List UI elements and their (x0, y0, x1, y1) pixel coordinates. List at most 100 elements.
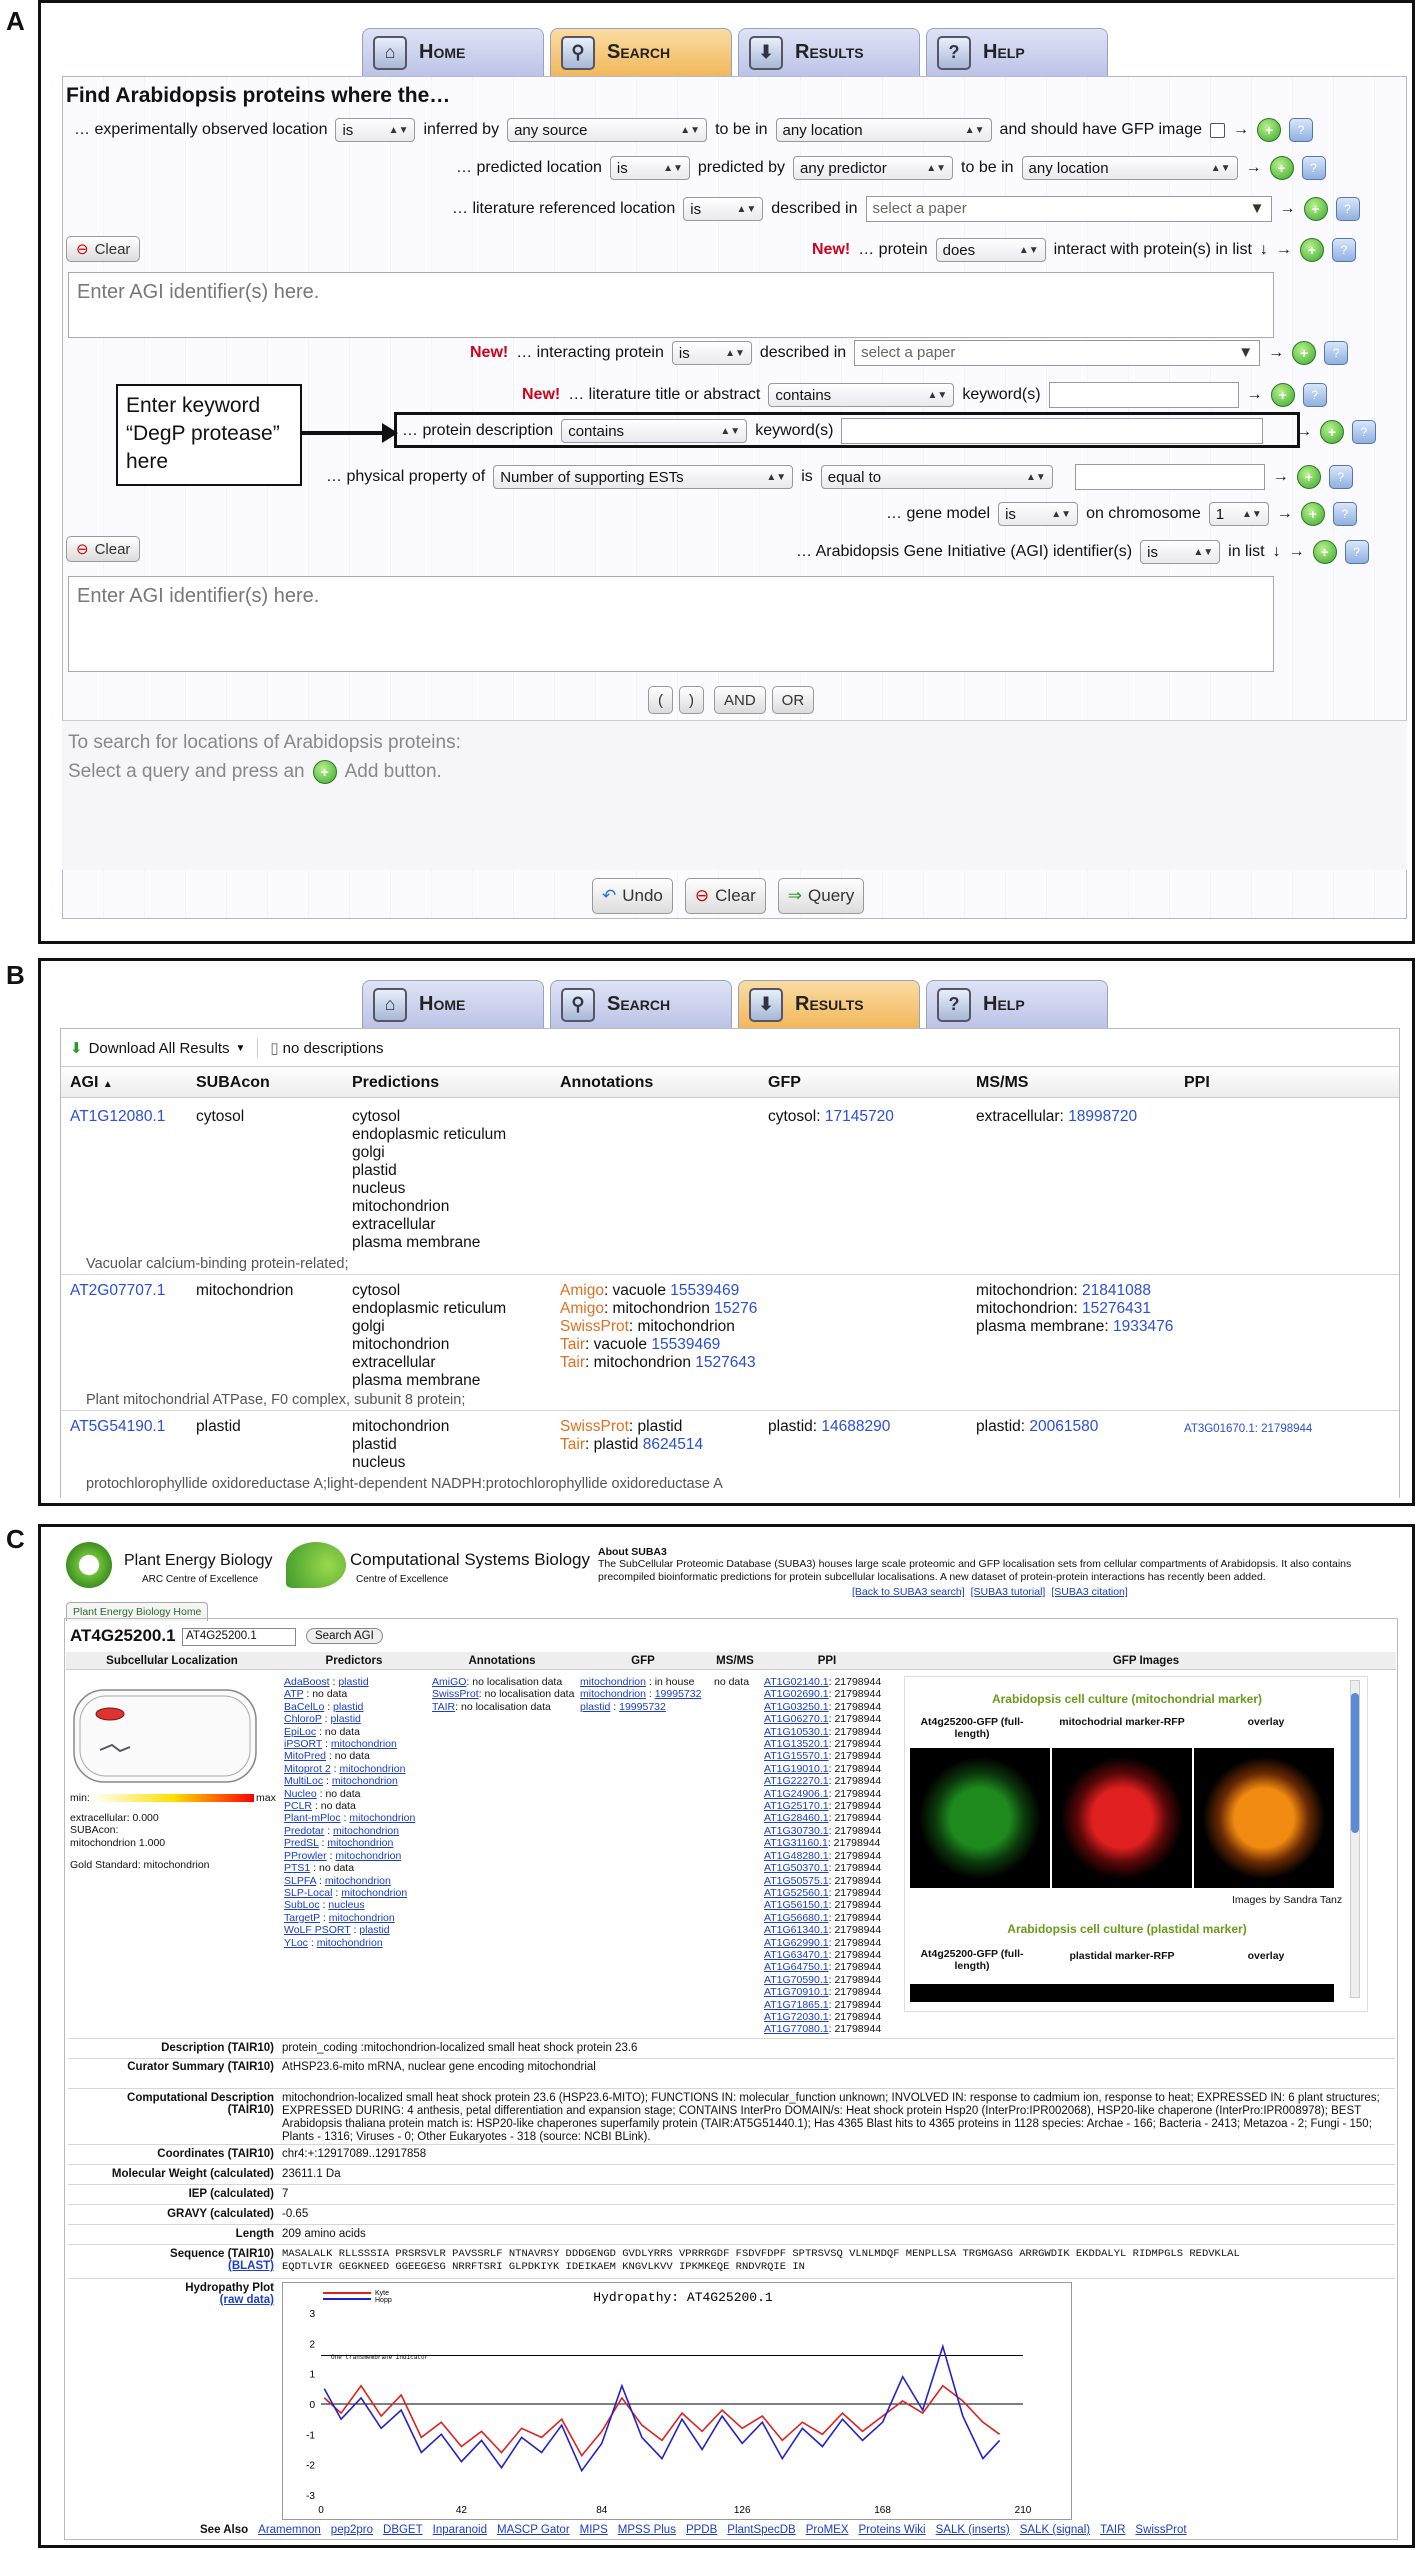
tutorial-link[interactable]: [SUBA3 tutorial] (971, 1586, 1046, 1598)
ppi-link[interactable]: AT1G77080.1 (764, 2023, 829, 2034)
agi-list-textarea-1[interactable]: Enter AGI identifier(s) here. (68, 272, 1274, 338)
col-header-agi[interactable]: AGI ▲ (70, 1074, 113, 1092)
predictor-link[interactable]: PCLR (284, 1800, 312, 1812)
predictor-link[interactable]: WoLF PSORT (284, 1924, 351, 1936)
predictor-link[interactable]: PProwler (284, 1850, 327, 1862)
help-button-1[interactable]: ? (1289, 118, 1314, 142)
ppi-link[interactable]: AT1G61340.1 (764, 1924, 829, 1936)
ppi-link[interactable]: AT1G56150.1 (764, 1899, 829, 1911)
clear-button-2[interactable]: ⊖ Clear (66, 536, 141, 562)
see-also-link[interactable]: Aramemnon (258, 2524, 321, 2536)
agi-search-input[interactable]: AT4G25200.1 (182, 1628, 296, 1646)
close-paren-button[interactable]: ) (679, 686, 704, 714)
predictor-link[interactable]: SLP-Local (284, 1887, 332, 1899)
agi-op-select[interactable]: is ▲▼ (1140, 540, 1221, 564)
add-button-3[interactable]: + (1303, 197, 1328, 221)
ppi-link[interactable]: AT1G63470.1 (764, 1949, 829, 1961)
add-button-6[interactable]: + (1270, 383, 1295, 407)
gfp-scrollbar[interactable] (1350, 1680, 1360, 1998)
predictor-link[interactable]: BaCelLo (284, 1701, 324, 1713)
predictor-link[interactable]: iPSORT (284, 1738, 322, 1750)
predictor-link[interactable]: SubLoc (284, 1899, 320, 1911)
lit-title-op-select[interactable]: contains ▲▼ (768, 383, 955, 407)
predictor-link[interactable]: ATP (284, 1688, 303, 1700)
predictor-link[interactable]: YLoc (284, 1937, 308, 1949)
col-header-annotations[interactable]: Annotations (560, 1074, 653, 1092)
see-also-link[interactable]: Proteins Wiki (859, 2524, 926, 2536)
property-select[interactable]: Number of supporting ESTs ▲▼ (493, 465, 794, 489)
chromosome-select[interactable]: 1 ▲▼ (1208, 502, 1269, 526)
see-also-link[interactable]: TAIR (1100, 2524, 1125, 2536)
result-agi-1[interactable]: AT1G12080.1 (70, 1108, 165, 1126)
citation-link[interactable]: [SUBA3 citation] (1051, 1586, 1127, 1598)
see-also-link[interactable]: PPDB (686, 2524, 717, 2536)
ppi-link[interactable]: AT1G31160.1 (764, 1837, 828, 1849)
see-also-link[interactable]: pep2pro (331, 2524, 373, 2536)
ppi-link[interactable]: AT1G50575.1 (764, 1875, 829, 1887)
help-button-8[interactable]: ? (1328, 465, 1353, 489)
predictor-link[interactable]: Mitoprot 2 (284, 1763, 331, 1775)
ppi-link[interactable]: AT1G64750.1 (764, 1961, 829, 1973)
help-button-4[interactable]: ? (1331, 238, 1356, 262)
see-also-link[interactable]: SALK (inserts) (936, 2524, 1010, 2536)
help-button-2[interactable]: ? (1301, 156, 1326, 180)
ppi-link[interactable]: AT1G10530.1 (764, 1726, 829, 1738)
help-button-5[interactable]: ? (1324, 341, 1349, 365)
add-button-2[interactable]: + (1269, 156, 1294, 180)
interact-op-select[interactable]: does ▲▼ (935, 238, 1046, 262)
lit-paper-select[interactable]: select a paper ▼ (865, 196, 1272, 222)
predictor-link[interactable]: AdaBoost (284, 1676, 330, 1688)
help-button-7[interactable]: ? (1352, 420, 1376, 444)
undo-button[interactable]: ↶ Undo (592, 878, 673, 914)
or-button[interactable]: OR (771, 686, 815, 714)
predictor-link[interactable]: Nucleo (284, 1788, 317, 1800)
tab-home[interactable]: ⌂ Home (362, 28, 544, 76)
add-button-10[interactable]: + (1312, 540, 1337, 564)
clear-button-1[interactable]: ⊖ Clear (66, 236, 141, 262)
col-header-ppi[interactable]: PPI (1184, 1074, 1210, 1092)
ppi-link[interactable]: AT1G28460.1 (764, 1812, 829, 1824)
ppi-link[interactable]: AT1G24906.1 (764, 1788, 829, 1800)
see-also-link[interactable]: SALK (signal) (1020, 2524, 1090, 2536)
see-also-link[interactable]: ProMEX (806, 2524, 849, 2536)
col-header-gfp[interactable]: GFP (768, 1074, 801, 1092)
add-button-8[interactable]: + (1296, 465, 1321, 489)
see-also-link[interactable]: SwissProt (1135, 2524, 1186, 2536)
predictor-link[interactable]: Plant-mPloc (284, 1812, 341, 1824)
property-op-select[interactable]: equal to ▲▼ (820, 465, 1053, 489)
ppi-link[interactable]: AT1G48280.1 (764, 1850, 829, 1862)
see-also-link[interactable]: Inparanoid (433, 2524, 487, 2536)
ppi-link[interactable]: AT1G70910.1 (764, 1986, 829, 1998)
result-agi-3[interactable]: AT5G54190.1 (70, 1418, 165, 1436)
desc-op-select[interactable]: contains ▲▼ (561, 419, 748, 443)
add-button-4[interactable]: + (1299, 238, 1324, 262)
ppi-link[interactable]: AT1G25170.1 (764, 1800, 829, 1812)
predictor-link[interactable]: EpiLoc (284, 1726, 316, 1738)
predictor-link[interactable]: PredSL (284, 1837, 319, 1849)
result-agi-2[interactable]: AT2G07707.1 (70, 1282, 165, 1300)
pred-location-select[interactable]: any location ▲▼ (1021, 156, 1238, 180)
col-header-msms[interactable]: MS/MS (976, 1074, 1028, 1092)
see-also-link[interactable]: MIPS (580, 2524, 608, 2536)
add-button-7[interactable]: + (1320, 420, 1344, 444)
ppi-link[interactable]: AT1G02140.1 (764, 1676, 829, 1688)
and-button[interactable]: AND (714, 686, 766, 714)
download-all-button[interactable]: ⬇ Download All Results ▼ (70, 1039, 245, 1058)
ppi-link[interactable]: AT1G52560.1 (764, 1887, 829, 1899)
exp-source-select[interactable]: any source ▲▼ (507, 118, 708, 142)
tab-help[interactable]: ? Help (926, 28, 1108, 76)
tab-search[interactable]: ⚲ Search (550, 28, 732, 76)
int-paper-select[interactable]: select a paper ▼ (854, 340, 1261, 366)
predictor-link[interactable]: TargetP (284, 1912, 320, 1924)
tab-home-b[interactable]: ⌂ Home (362, 980, 544, 1028)
gene-model-op-select[interactable]: is ▲▼ (998, 502, 1079, 526)
ppi-link[interactable]: AT1G30730.1 (764, 1825, 829, 1837)
add-button-9[interactable]: + (1300, 502, 1325, 526)
ppi-link[interactable]: AT1G71865.1 (764, 1999, 829, 2011)
pred-predictor-select[interactable]: any predictor ▲▼ (793, 156, 954, 180)
ppi-link[interactable]: AT1G72030.1 (764, 2011, 829, 2023)
ppi-link[interactable]: AT1G02690.1 (764, 1688, 829, 1700)
result-ppi-3[interactable]: AT3G01670.1: 21798944 (1184, 1420, 1312, 1438)
open-paren-button[interactable]: ( (648, 686, 673, 714)
int-prot-op-select[interactable]: is ▲▼ (671, 341, 752, 365)
